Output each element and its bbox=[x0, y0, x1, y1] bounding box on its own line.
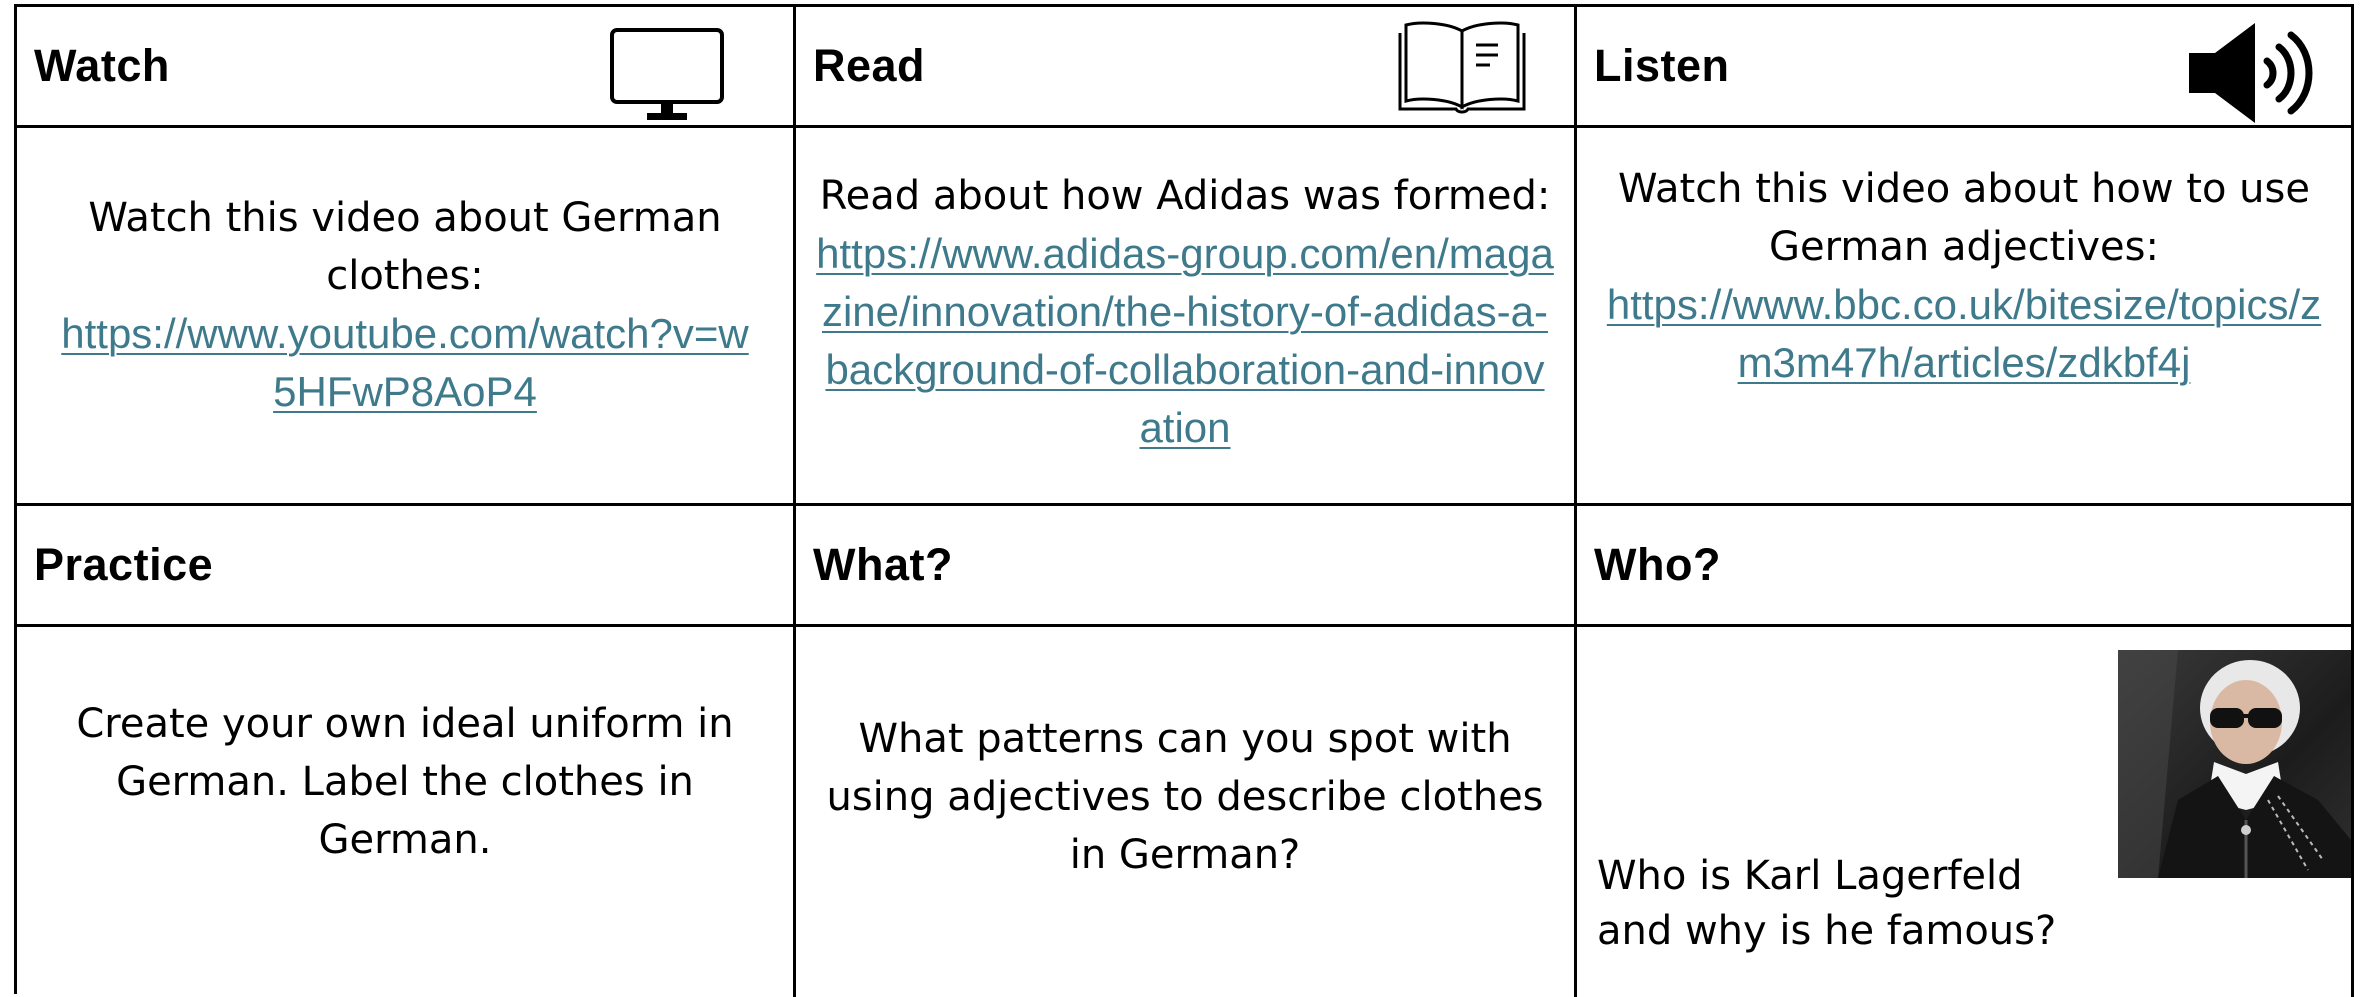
listen-description: Watch this video about how to use German… bbox=[1618, 165, 2310, 270]
what-header-cell: What? bbox=[796, 506, 1577, 627]
who-header-cell: Who? bbox=[1577, 506, 2354, 627]
portrait-photo bbox=[2118, 650, 2351, 878]
activity-grid: Watch Read Listen Watch this video about… bbox=[14, 4, 2354, 997]
read-article-link[interactable]: https://www.adidas-group.com/en/magazine… bbox=[815, 225, 1555, 457]
speaker-icon bbox=[2189, 23, 2313, 123]
read-body-cell: Read about how Adidas was formed: https:… bbox=[796, 128, 1577, 506]
watch-description: Watch this video about German clothes: bbox=[88, 194, 722, 299]
read-title: Read bbox=[813, 40, 926, 91]
practice-title: Practice bbox=[34, 539, 214, 590]
book-icon bbox=[1398, 21, 1526, 114]
who-description: Who is Karl Lagerfeld and why is he famo… bbox=[1597, 853, 2057, 954]
watch-header-cell: Watch bbox=[17, 7, 796, 128]
practice-header-cell: Practice bbox=[17, 506, 796, 627]
listen-body-cell: Watch this video about how to use German… bbox=[1577, 128, 2354, 506]
what-description: What patterns can you spot with using ad… bbox=[826, 716, 1544, 878]
read-header-cell: Read bbox=[796, 7, 1577, 128]
what-title: What? bbox=[813, 539, 953, 590]
listen-title: Listen bbox=[1594, 40, 1730, 91]
watch-title: Watch bbox=[34, 40, 170, 91]
watch-video-link[interactable]: https://www.youtube.com/watch?v=w5HFwP8A… bbox=[55, 305, 755, 421]
what-body-cell: What patterns can you spot with using ad… bbox=[796, 627, 1577, 997]
who-title: Who? bbox=[1594, 539, 1721, 590]
watch-body-cell: Watch this video about German clothes: h… bbox=[17, 128, 796, 506]
listen-header-cell: Listen bbox=[1577, 7, 2354, 128]
monitor-icon bbox=[610, 28, 724, 120]
who-body-cell: Who is Karl Lagerfeld and why is he famo… bbox=[1577, 627, 2354, 997]
practice-body-cell: Create your own ideal uniform in German.… bbox=[17, 627, 796, 997]
practice-description: Create your own ideal uniform in German.… bbox=[76, 701, 734, 863]
read-description: Read about how Adidas was formed: bbox=[819, 172, 1551, 219]
listen-video-link[interactable]: https://www.bbc.co.uk/bitesize/topics/zm… bbox=[1594, 276, 2334, 392]
